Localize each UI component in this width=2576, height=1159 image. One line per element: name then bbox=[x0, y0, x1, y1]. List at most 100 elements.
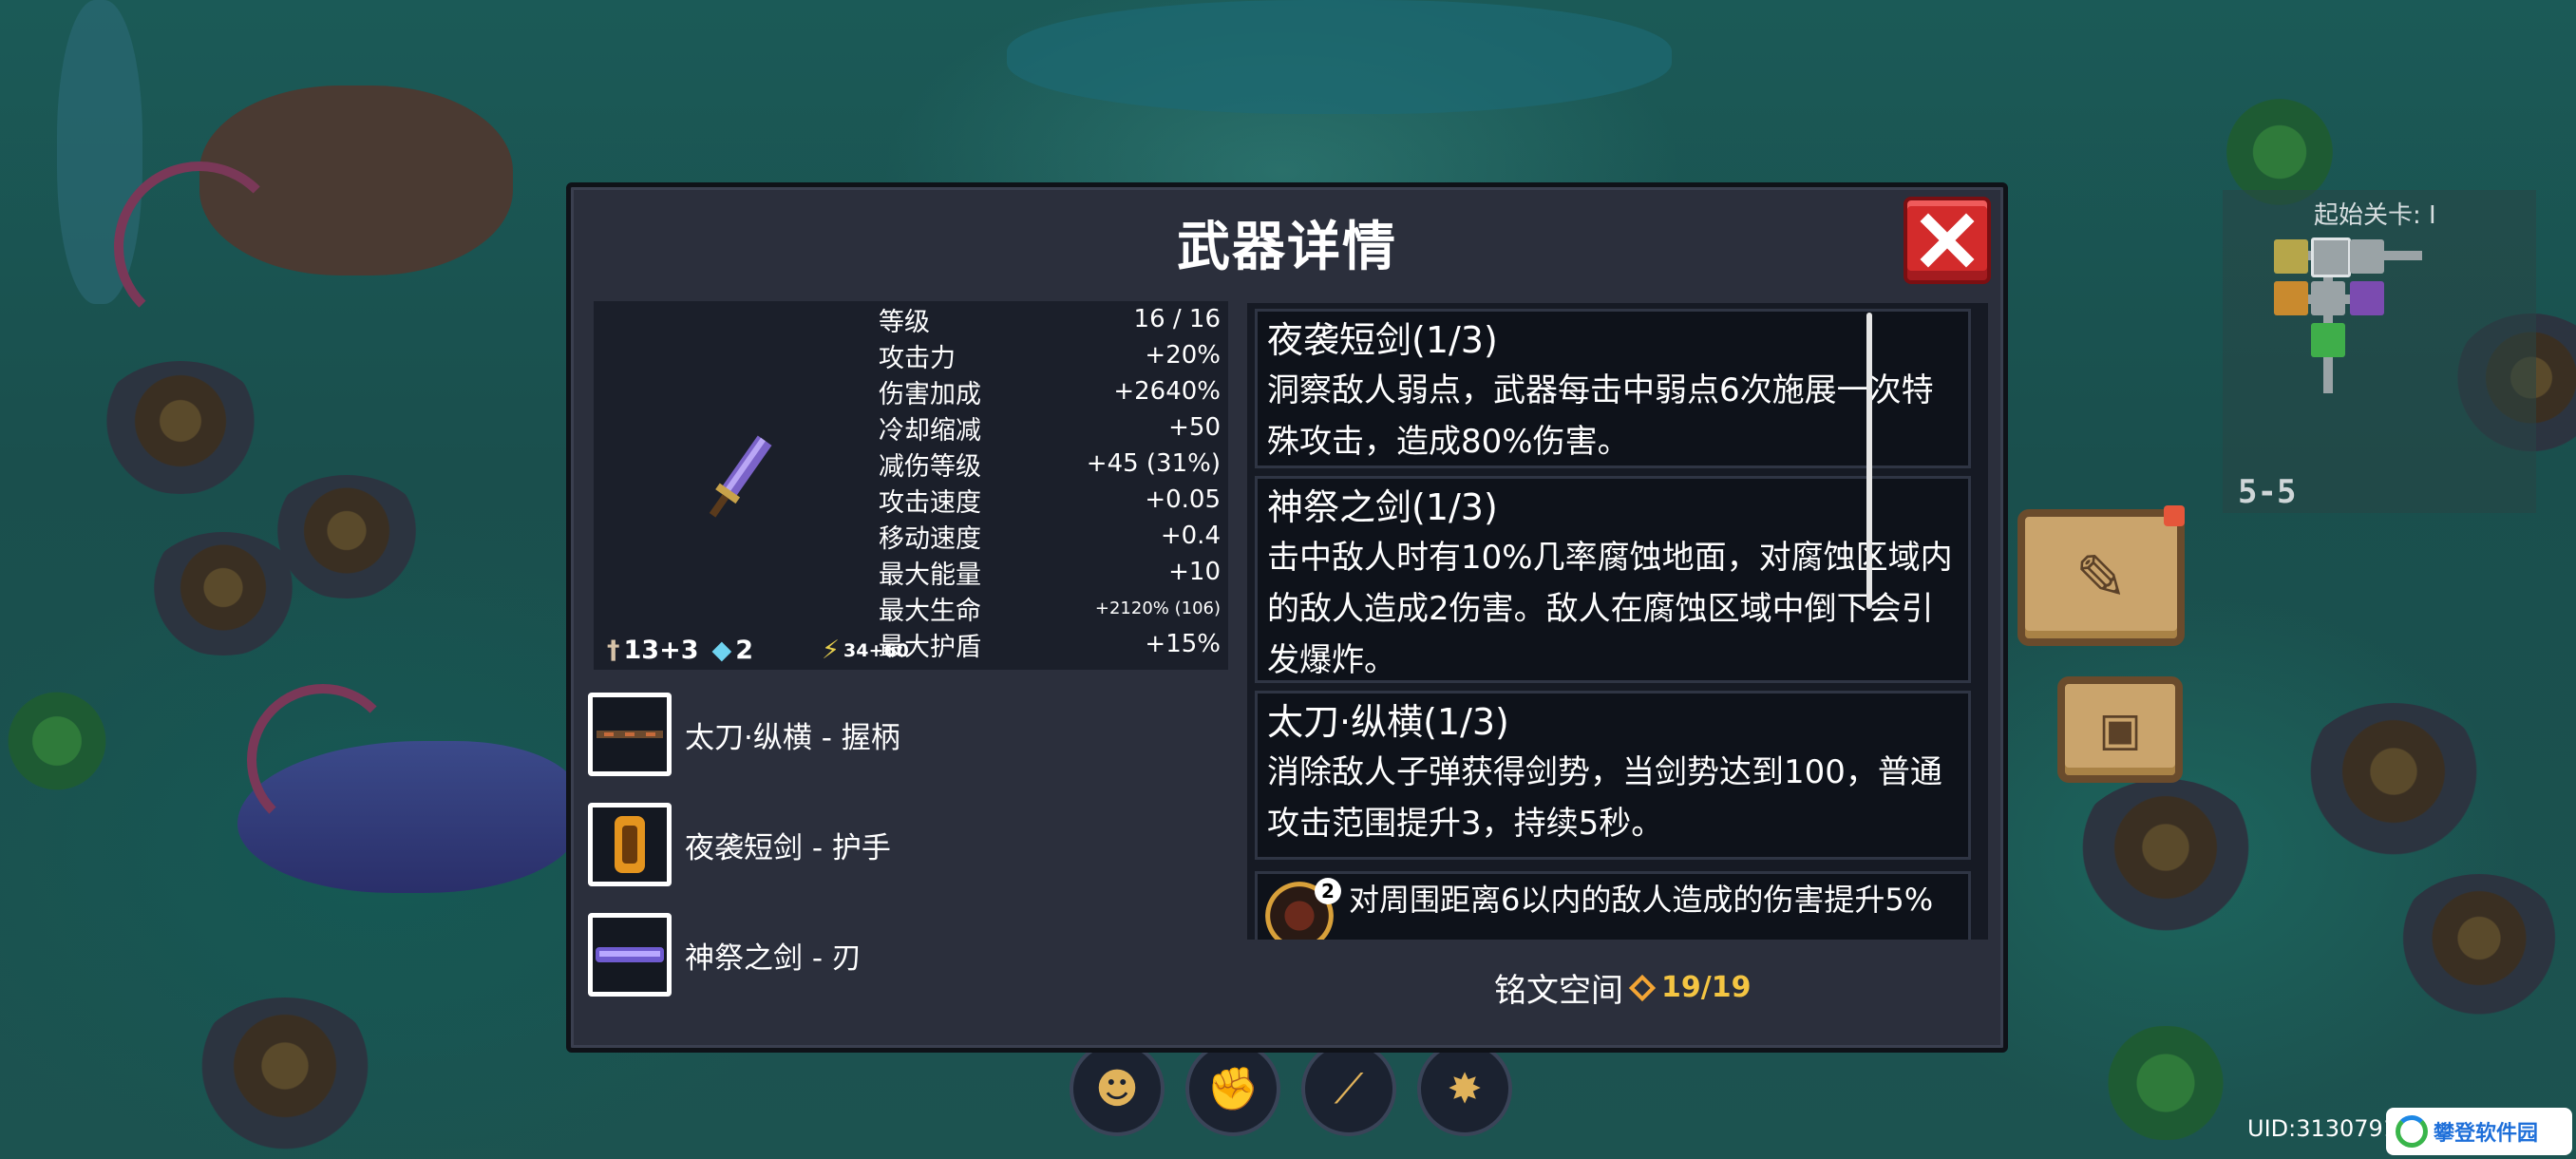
stat-label: 伤害加成 bbox=[879, 379, 981, 409]
character-portrait-icon: ☻ bbox=[1095, 1064, 1139, 1113]
part-item-grip[interactable]: 太刀·纵横 - 握柄 bbox=[588, 693, 900, 776]
part-label: 夜袭短剑 - 护手 bbox=[685, 830, 891, 865]
stat-value: +0.4 bbox=[1160, 522, 1221, 550]
stat-value: +2120% (106) bbox=[1094, 598, 1221, 618]
dialog-title: 武器详情 bbox=[1177, 217, 1397, 278]
scrollbar[interactable] bbox=[1866, 313, 1872, 609]
purple-sword-icon bbox=[709, 435, 772, 518]
start-level-label: 起始关卡: I bbox=[2314, 201, 2436, 230]
minimap-room-current bbox=[2311, 238, 2351, 277]
crystal-icon: ◆ bbox=[711, 636, 732, 665]
crab-monster bbox=[95, 361, 266, 494]
rune-diamond-icon bbox=[1628, 974, 1657, 1001]
stat-label: 移动速度 bbox=[879, 523, 981, 554]
weapon-base-stats: † 13+3 ◆ 2 ⚡ 34+60 bbox=[607, 636, 909, 665]
stat-value: +20% bbox=[1145, 341, 1221, 370]
effect-card: 神祭之剑(1/3) 击中敌人时有10%几率腐蚀地面，对腐蚀区域内的敌人造成2伤害… bbox=[1255, 476, 1971, 683]
stat-row: 减伤等级 +45 (31%) bbox=[879, 446, 1221, 482]
rune-space-label: 铭文空间 bbox=[1494, 972, 1623, 1010]
notes-button[interactable]: ✎ bbox=[2017, 509, 2185, 646]
skill-slot-explosion[interactable]: ✸ bbox=[1417, 1041, 1512, 1136]
stat-row: 冷却缩减 +50 bbox=[879, 409, 1221, 446]
minimap-room bbox=[2350, 239, 2384, 274]
watermark-logo-icon bbox=[2396, 1115, 2428, 1148]
effect-body: 消除敌人子弹获得剑势，当剑势达到100，普通攻击范围提升3，持续5秒。 bbox=[1267, 753, 1942, 843]
effect-title: 太刀·纵横(1/3) bbox=[1267, 701, 1509, 743]
part-item-guard[interactable]: 夜袭短剑 - 护手 bbox=[588, 803, 891, 886]
rune-effect-text: 对周围距离6以内的敌人造成的伤害提升5% bbox=[1349, 882, 1934, 918]
part-item-blade[interactable]: 神祭之剑 - 刃 bbox=[588, 913, 862, 997]
seaweed-clump bbox=[2090, 1026, 2242, 1140]
profile-card-icon: ▣ bbox=[2098, 703, 2142, 756]
tentacle bbox=[114, 162, 285, 332]
stat-value: +15% bbox=[1145, 630, 1221, 658]
stat-label: 减伤等级 bbox=[879, 451, 981, 482]
watermark: 攀登软件园 bbox=[2386, 1108, 2572, 1155]
energy-icon: ⚡ bbox=[822, 636, 841, 665]
explosion-icon: ✸ bbox=[1447, 1064, 1483, 1113]
stat-row: 最大生命 +2120% (106) bbox=[879, 590, 1221, 626]
seaweed-clump bbox=[0, 684, 114, 798]
effect-card: 夜袭短剑(1/3) 洞察敌人弱点，武器每击中弱点6次施展一次特殊攻击，造成80%… bbox=[1255, 309, 1971, 468]
stat-value: +50 bbox=[1168, 413, 1221, 442]
stat-value: +2640% bbox=[1113, 377, 1221, 406]
profile-button[interactable]: ▣ bbox=[2057, 676, 2183, 783]
crystal-stat: ◆ 2 bbox=[711, 636, 753, 665]
part-slot bbox=[588, 693, 672, 776]
notification-dot bbox=[2164, 505, 2185, 526]
stat-value: 16 / 16 bbox=[1133, 305, 1221, 333]
stat-label: 冷却缩减 bbox=[879, 415, 981, 446]
coral-reef bbox=[1007, 0, 1672, 114]
stat-value: +45 (31%) bbox=[1086, 449, 1221, 478]
user-id: UID:3130791 bbox=[2247, 1115, 2398, 1142]
stat-row: 最大护盾 +15% bbox=[879, 626, 1221, 662]
close-button[interactable] bbox=[1904, 197, 1991, 284]
part-label: 太刀·纵横 - 握柄 bbox=[685, 720, 900, 755]
crab-monster bbox=[142, 532, 304, 656]
stat-row: 等级 16 / 16 bbox=[879, 301, 1221, 337]
skill-slot-fist[interactable]: ✊ bbox=[1185, 1041, 1280, 1136]
skill-slot-character[interactable]: ☻ bbox=[1070, 1041, 1165, 1136]
close-x-icon bbox=[1920, 213, 1975, 268]
effect-body: 击中敌人时有10%几率腐蚀地面，对腐蚀区域内的敌人造成2伤害。敌人在腐蚀区域中倒… bbox=[1267, 539, 1953, 679]
stat-value: +0.05 bbox=[1145, 485, 1221, 514]
fist-burst-icon: ✊ bbox=[1206, 1065, 1260, 1113]
stat-label: 最大护盾 bbox=[879, 632, 981, 662]
effect-body: 洞察敌人弱点，武器每击中弱点6次施展一次特殊攻击，造成80%伤害。 bbox=[1267, 371, 1934, 461]
attack-value: 13+3 bbox=[623, 636, 699, 665]
weapon-details-dialog: 武器详情 † 13+3 ◆ 2 ⚡ 34+60 等级 16 / 16 攻击力 +… bbox=[566, 182, 2008, 1053]
part-label: 神祭之剑 - 刃 bbox=[685, 940, 862, 976]
stat-label: 最大能量 bbox=[879, 560, 981, 590]
notebook-pencil-icon: ✎ bbox=[2074, 541, 2128, 615]
crab-monster bbox=[2071, 779, 2261, 931]
rune-level-badge: 2 bbox=[1315, 878, 1341, 904]
gold-guard-icon bbox=[615, 816, 645, 873]
minimap-room-start bbox=[2311, 323, 2345, 357]
effect-title: 神祭之剑(1/3) bbox=[1267, 486, 1498, 528]
dagger-icon: † bbox=[607, 636, 620, 665]
stat-row: 攻击速度 +0.05 bbox=[879, 482, 1221, 518]
effect-card: 太刀·纵横(1/3) 消除敌人子弹获得剑势，当剑势达到100，普通攻击范围提升3… bbox=[1255, 691, 1971, 860]
minimap[interactable] bbox=[2223, 190, 2536, 513]
stat-list: 等级 16 / 16 攻击力 +20% 伤害加成 +2640% 冷却缩减 +50 减伤等… bbox=[879, 301, 1221, 662]
attack-stat: † 13+3 bbox=[607, 636, 698, 665]
part-slot bbox=[588, 913, 672, 997]
effect-description-list[interactable]: 夜袭短剑(1/3) 洞察敌人弱点，武器每击中弱点6次施展一次特殊攻击，造成80%… bbox=[1247, 303, 1988, 940]
tentacle bbox=[247, 684, 399, 836]
stat-row: 攻击力 +20% bbox=[879, 337, 1221, 373]
crab-monster bbox=[2394, 874, 2565, 1016]
minimap-room-treasure bbox=[2274, 281, 2308, 315]
stat-value: +10 bbox=[1168, 558, 1221, 586]
rune-space: 铭文空间 19/19 bbox=[1494, 964, 1751, 1011]
stat-row: 移动速度 +0.4 bbox=[879, 518, 1221, 554]
minimap-room-shop bbox=[2350, 281, 2384, 315]
rune-effect-card: 2 对周围距离6以内的敌人造成的伤害提升5% bbox=[1255, 871, 1971, 940]
stat-label: 等级 bbox=[879, 307, 930, 337]
skill-slot-spear[interactable]: ⟋ bbox=[1301, 1041, 1396, 1136]
minimap-room-event bbox=[2274, 239, 2308, 274]
watermark-text: 攀登软件园 bbox=[2434, 1122, 2539, 1146]
spear-icon: ⟋ bbox=[1334, 1064, 1364, 1113]
crab-monster bbox=[190, 998, 380, 1150]
part-slot bbox=[588, 803, 672, 886]
stat-label: 最大生命 bbox=[879, 596, 981, 626]
